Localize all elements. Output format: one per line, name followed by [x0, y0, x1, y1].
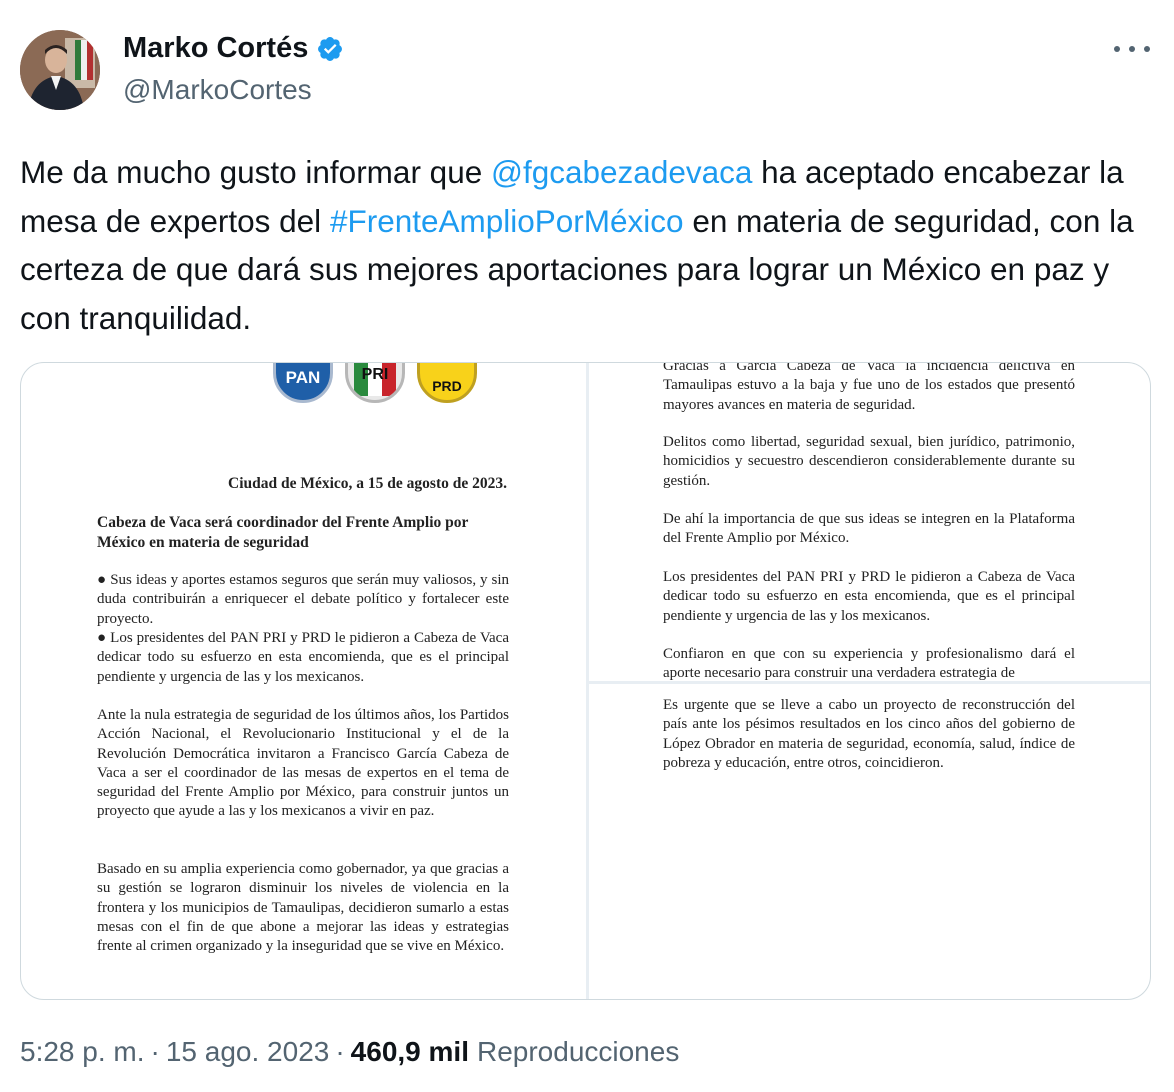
prd-logo: PRD [417, 363, 477, 403]
document-bullet: ● Los presidentes del PAN PRI y PRD le p… [97, 630, 509, 685]
pri-logo: PRI [345, 363, 405, 403]
more-dot [1114, 46, 1120, 52]
tweet-text: Me da mucho gusto informar que @fgcabeza… [20, 148, 1160, 342]
media-gallery[interactable]: PAN PRI PRD Ciudad de México, a 15 de ag… [20, 362, 1151, 1000]
tweet-time[interactable]: 5:28 p. m. [20, 1036, 145, 1068]
tweet-metadata: 5:28 p. m. · 15 ago. 2023 · 460,9 mil Re… [20, 1036, 679, 1068]
verified-badge-icon [318, 36, 343, 61]
prd-logo-text: PRD [432, 378, 462, 394]
avatar[interactable] [20, 30, 100, 110]
tweet-text-part: Me da mucho gusto informar que [20, 154, 491, 190]
pri-logo-text: PRI [361, 366, 389, 383]
author-handle[interactable]: @MarkoCortes [123, 74, 312, 106]
document-date: Ciudad de México, a 15 de agosto de 2023… [228, 475, 507, 492]
gallery-divider [589, 681, 1150, 684]
document-paragraph: Confiaron en que con su experiencia y pr… [663, 646, 1075, 681]
author-name-text[interactable]: Marko Cortés [123, 32, 308, 65]
tweet[interactable]: Marko Cortés @MarkoCortes Me da mucho gu… [0, 0, 1174, 1092]
separator: · [150, 1036, 160, 1067]
avatar-photo [20, 30, 100, 110]
more-dot [1129, 46, 1135, 52]
more-options-icon[interactable] [1114, 34, 1150, 64]
document-paragraph: Delitos como libertad, seguridad sexual,… [663, 434, 1075, 489]
more-dot [1144, 46, 1150, 52]
tweet-date[interactable]: 15 ago. 2023 [166, 1036, 330, 1068]
views-count[interactable]: 460,9 mil [351, 1036, 469, 1068]
pan-logo: PAN [273, 363, 333, 403]
document-paragraph: Es urgente que se lleve a cabo un proyec… [663, 697, 1075, 771]
mention-link[interactable]: @fgcabezadevaca [491, 154, 752, 190]
document-paragraph: Ante la nula estrategia de seguridad de … [97, 707, 509, 820]
document-paragraph: De ahí la importancia de que sus ideas s… [663, 511, 1075, 547]
media-image-2[interactable]: Gracias a García Cabeza de Vaca la incid… [663, 363, 1075, 681]
hashtag-link[interactable]: #FrenteAmplioPorMéxico [330, 203, 684, 239]
document-paragraph: Basado en su amplia experiencia como gob… [97, 861, 509, 955]
author-name[interactable]: Marko Cortés [123, 32, 344, 65]
views-label: Reproducciones [476, 1036, 680, 1067]
separator: · [335, 1036, 345, 1067]
pan-logo-text: PAN [285, 368, 321, 387]
party-logos: PAN PRI PRD [273, 363, 483, 405]
document-bullet: ● Sus ideas y aportes estamos seguros qu… [97, 572, 509, 627]
document-paragraph: Gracias a García Cabeza de Vaca la incid… [663, 363, 1075, 413]
media-image-3[interactable]: Es urgente que se lleve a cabo un proyec… [663, 696, 1075, 999]
document-title: Cabeza de Vaca será coordinador del Fren… [97, 514, 469, 551]
document-paragraph: Los presidentes del PAN PRI y PRD le pid… [663, 569, 1075, 624]
